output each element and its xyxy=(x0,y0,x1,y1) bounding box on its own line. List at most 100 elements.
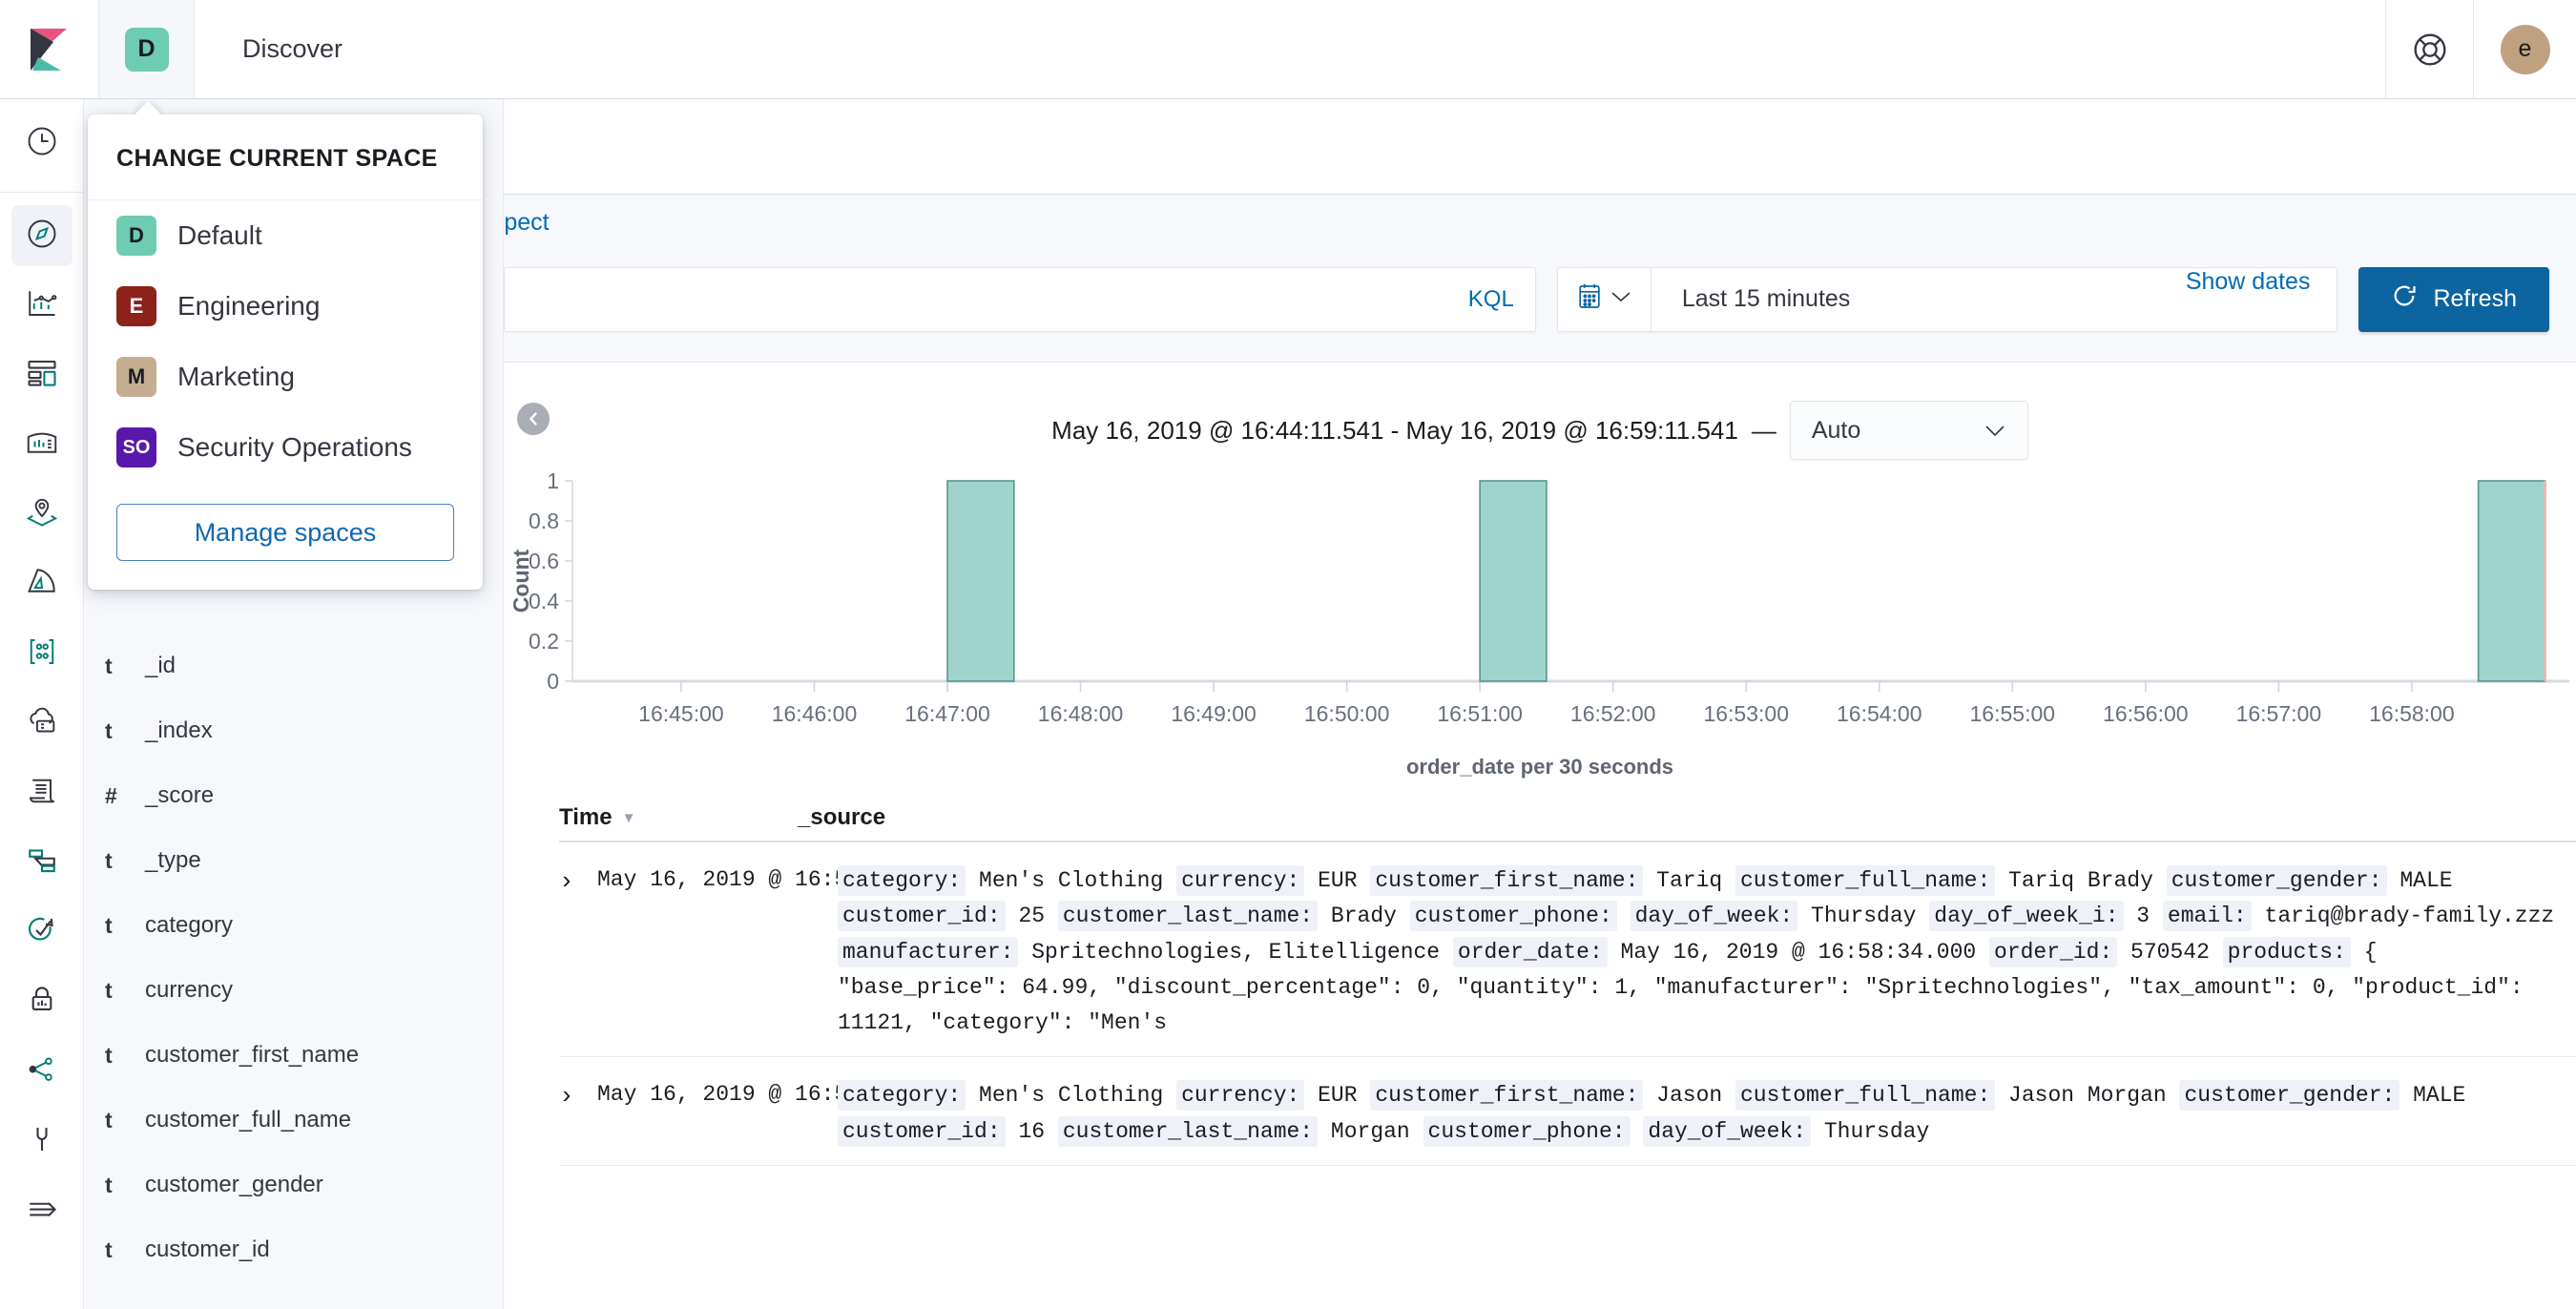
svg-text:16:47:00: 16:47:00 xyxy=(904,701,990,726)
table-row[interactable]: › May 16, 2019 @ 16:51:22.000 category: Me… xyxy=(559,1057,2576,1166)
space-option-default[interactable]: D Default xyxy=(88,200,483,271)
discover-actions-bar: Inspect xyxy=(504,195,2576,250)
sidebar-item-infrastructure[interactable] xyxy=(11,623,73,684)
canvas-icon xyxy=(25,426,59,465)
doc-field-key: day_of_week_i: xyxy=(1929,901,2124,932)
doc-field-key: customer_phone: xyxy=(1423,1115,1631,1147)
svg-text:16:58:00: 16:58:00 xyxy=(2369,701,2455,726)
histogram-chart[interactable]: 0 0.2 0.4 0.6 0.8 1 Count 16:45:00 16:46:00 16:47… xyxy=(504,468,2576,751)
sidebar-item-logs[interactable] xyxy=(11,693,73,754)
query-language-button[interactable]: KQL xyxy=(1468,286,1514,313)
query-bar: KQL Last 15 minutes Show dates Refresh xyxy=(504,250,2576,363)
space-avatar-icon: D xyxy=(116,216,156,256)
stack-layers-icon xyxy=(25,843,59,883)
field-item-customer_gender[interactable]: t customer_gender xyxy=(84,1153,503,1217)
sidebar-item-uptime[interactable] xyxy=(11,832,73,893)
field-item-index[interactable]: t _index xyxy=(84,698,503,763)
field-item-id[interactable]: t _id xyxy=(84,634,503,698)
space-selector-button[interactable]: D xyxy=(99,0,195,98)
svg-text:16:55:00: 16:55:00 xyxy=(1970,701,2056,726)
sidebar-item-machine-learning[interactable] xyxy=(11,553,73,614)
doc-field-key: category: xyxy=(838,865,966,896)
field-name-label: _index xyxy=(145,717,213,743)
doc-source-cell: category: Men's Clothing currency: EUR c… xyxy=(838,1078,2576,1150)
field-item-customer_first_name[interactable]: t customer_first_name xyxy=(84,1023,503,1088)
doc-field-value: 25 xyxy=(1005,904,1058,929)
space-option-marketing[interactable]: M Marketing xyxy=(88,342,483,412)
field-item-score[interactable]: # _score xyxy=(84,763,503,828)
doc-field-key: manufacturer: xyxy=(838,936,1019,967)
field-name-label: _type xyxy=(145,847,201,873)
svg-text:1: 1 xyxy=(547,469,559,493)
doc-field-value: Brady xyxy=(1318,904,1410,929)
kibana-logo-icon[interactable] xyxy=(0,0,99,98)
sidebar-item-canvas[interactable] xyxy=(11,414,73,475)
field-item-type[interactable]: t _type xyxy=(84,828,503,893)
chart-range-dash: — xyxy=(1751,415,1776,445)
sidebar-item-dashboard[interactable] xyxy=(11,344,73,405)
svg-text:16:45:00: 16:45:00 xyxy=(638,701,724,726)
table-header-row: Time ▼ _source xyxy=(559,779,2576,842)
documents-table: Time ▼ _source › May 16, 2019 @ 16:58:34.… xyxy=(504,779,2576,1166)
field-type-string-icon: t xyxy=(105,1236,113,1262)
sidebar-item-discover[interactable] xyxy=(10,205,73,266)
sort-desc-caret-icon[interactable]: ▼ xyxy=(622,810,636,826)
doc-field-key: customer_gender: xyxy=(2166,865,2387,896)
share-nodes-icon xyxy=(25,1052,59,1091)
doc-field-key: customer_gender: xyxy=(2179,1080,2400,1112)
header-right-actions: e xyxy=(2385,0,2576,98)
lifebuoy-help-icon[interactable] xyxy=(2385,0,2473,98)
time-range-display[interactable]: Last 15 minutes xyxy=(1652,268,2186,331)
table-row[interactable]: › May 16, 2019 @ 16:58:34.000 category: Me… xyxy=(559,842,2576,1058)
space-option-security-operations[interactable]: SO Security Operations xyxy=(88,412,483,483)
doc-field-key: customer_full_name: xyxy=(1735,1080,1996,1112)
calendar-quick-menu-button[interactable] xyxy=(1558,267,1652,331)
field-item-currency[interactable]: t currency xyxy=(84,958,503,1023)
doc-field-value: Morgan xyxy=(1318,1118,1423,1144)
chevron-right-icon[interactable]: › xyxy=(559,863,597,1041)
field-item-customer_id[interactable]: t customer_id xyxy=(84,1217,503,1282)
doc-field-key: customer_id: xyxy=(838,1115,1006,1147)
doc-time-cell: May 16, 2019 @ 16:58:34.000 xyxy=(597,867,953,892)
wrench-icon xyxy=(25,1122,59,1161)
sidebar-item-management[interactable] xyxy=(11,1111,73,1172)
column-header-source[interactable]: _source xyxy=(798,804,885,831)
field-type-string-icon: t xyxy=(105,912,113,938)
user-menu-button[interactable]: e xyxy=(2473,0,2576,98)
chevron-right-icon[interactable]: › xyxy=(559,1078,597,1150)
chevron-left-circle-icon[interactable] xyxy=(517,403,550,435)
scroll-document-icon xyxy=(25,774,59,813)
sidebar-item-recently-viewed[interactable] xyxy=(11,113,73,174)
search-input[interactable]: KQL xyxy=(504,266,1536,332)
doc-field-value: Jason xyxy=(1643,1083,1735,1109)
show-dates-button[interactable]: Show dates xyxy=(2186,268,2337,331)
main-content: Inspect KQL xyxy=(504,99,2576,1309)
chevron-down-icon xyxy=(1610,290,1631,308)
interval-select[interactable]: Auto xyxy=(1789,401,2028,460)
sidebar-item-visualize[interactable] xyxy=(11,275,73,336)
doc-field-key: customer_first_name: xyxy=(1370,865,1644,896)
calendar-icon xyxy=(1576,282,1603,316)
field-type-string-icon: t xyxy=(105,977,113,1003)
sidebar-item-maps[interactable] xyxy=(11,484,73,545)
field-name-label: customer_gender xyxy=(145,1172,323,1197)
inspect-link[interactable]: Inspect xyxy=(504,209,550,237)
doc-field-key: order_date: xyxy=(1452,936,1608,967)
sidebar-item-collapse-nav[interactable] xyxy=(11,1180,73,1241)
doc-field-value: Jason Morgan xyxy=(1995,1083,2180,1109)
field-item-customer_full_name[interactable]: t customer_full_name xyxy=(84,1088,503,1153)
doc-source-cell: category: Men's Clothing currency: EUR c… xyxy=(838,863,2576,1041)
map-marker-layers-icon xyxy=(25,495,59,534)
sidebar-item-apm[interactable] xyxy=(11,762,73,823)
sidebar-item-siem[interactable] xyxy=(11,902,73,963)
column-header-time[interactable]: Time ▼ xyxy=(559,804,798,831)
column-header-time-label: Time xyxy=(559,804,613,830)
manage-spaces-button[interactable]: Manage spaces xyxy=(116,504,454,561)
refresh-button[interactable]: Refresh xyxy=(2358,266,2549,332)
space-option-engineering[interactable]: E Engineering xyxy=(88,271,483,342)
doc-field-value: Thursday xyxy=(1811,1118,1930,1144)
field-type-string-icon: t xyxy=(105,717,113,743)
sidebar-item-security[interactable] xyxy=(11,971,73,1032)
field-item-category[interactable]: t category xyxy=(84,893,503,958)
sidebar-item-dev-tools[interactable] xyxy=(11,1041,73,1102)
